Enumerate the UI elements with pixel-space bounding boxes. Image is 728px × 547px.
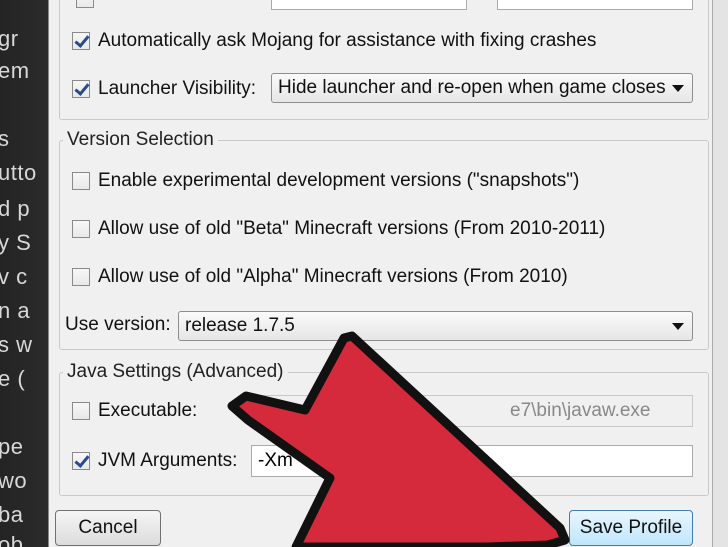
red-pointer-arrow-icon — [227, 331, 570, 547]
